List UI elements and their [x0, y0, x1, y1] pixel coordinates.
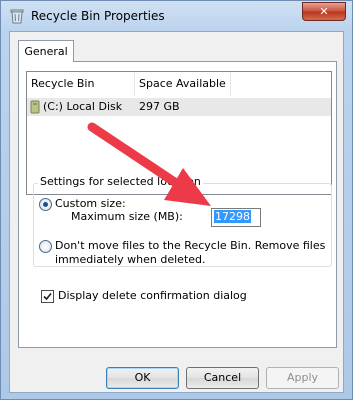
max-size-value: 17298	[214, 210, 251, 223]
confirm-label: Display delete confirmation dialog	[58, 289, 247, 302]
window-title: Recycle Bin Properties	[31, 9, 165, 23]
dialog-client-area: General Recycle Bin Location Space Avail…	[9, 31, 344, 393]
apply-button[interactable]: Apply	[266, 367, 339, 389]
tab-general[interactable]: General	[18, 40, 74, 62]
settings-group-label: Settings for selected location	[38, 175, 203, 188]
drive-icon	[30, 100, 40, 114]
column-header-space[interactable]: Space Available	[135, 72, 231, 96]
dialog-window: Recycle Bin Properties ✕ General Recycle…	[0, 0, 353, 400]
ok-button[interactable]: OK	[106, 367, 179, 389]
confirm-checkbox[interactable]	[41, 290, 54, 303]
cancel-button[interactable]: Cancel	[186, 367, 259, 389]
column-header-location[interactable]: Recycle Bin Location	[27, 72, 135, 114]
dont-move-label-line1: Don't move files to the Recycle Bin. Rem…	[55, 239, 326, 252]
custom-size-radio[interactable]	[39, 198, 52, 211]
list-header: Recycle Bin Location Space Available	[27, 72, 331, 114]
max-size-label: Maximum size (MB):	[71, 210, 183, 223]
checkmark-icon	[43, 292, 52, 301]
title-bar[interactable]: Recycle Bin Properties ✕	[1, 1, 352, 31]
close-icon: ✕	[319, 5, 329, 18]
max-size-input[interactable]: 17298	[211, 208, 261, 227]
list-item[interactable]: (C:) Local Disk 297 GB	[27, 98, 331, 116]
close-button[interactable]: ✕	[302, 2, 346, 21]
custom-size-label: Custom size:	[55, 197, 126, 210]
dont-move-label-line2: immediately when deleted.	[55, 253, 206, 266]
recycle-bin-icon	[10, 9, 24, 24]
dont-move-radio[interactable]	[39, 240, 52, 253]
location-cell: (C:) Local Disk	[43, 100, 123, 113]
space-cell: 297 GB	[139, 100, 180, 113]
